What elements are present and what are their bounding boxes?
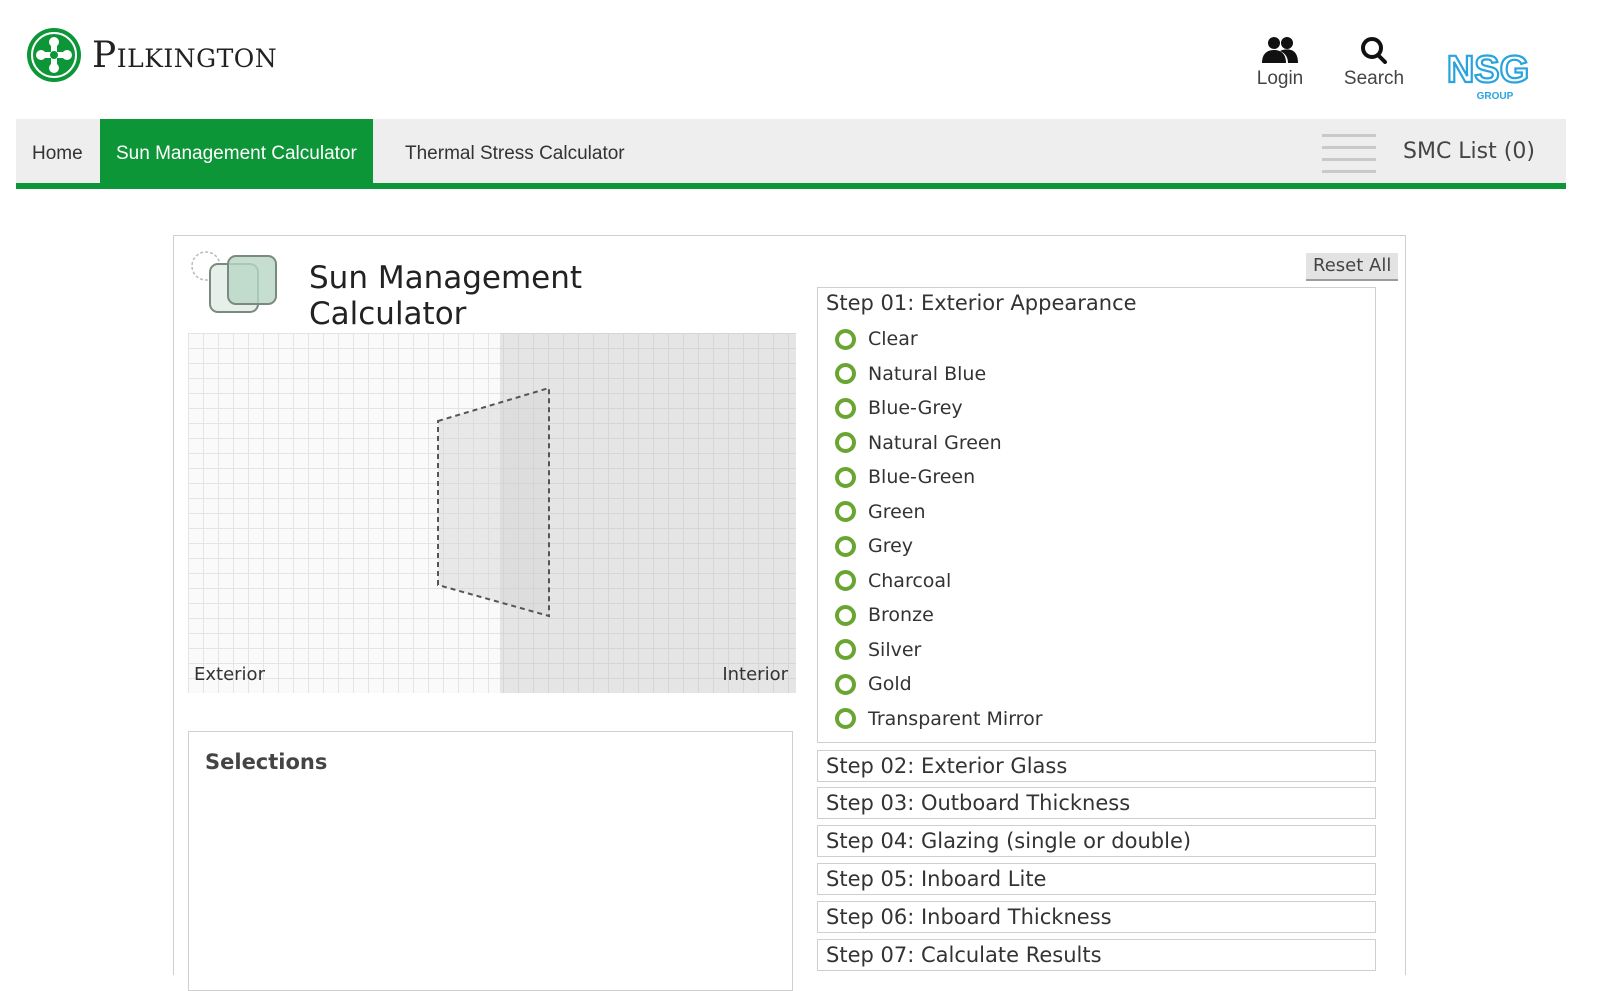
brand-name: Pilkington xyxy=(92,34,278,76)
radio-icon[interactable] xyxy=(835,397,856,419)
svg-text:GROUP: GROUP xyxy=(1477,91,1514,102)
smc-list-link[interactable]: SMC List (0) xyxy=(1403,119,1535,189)
step-05-header[interactable]: Step 05: Inboard Lite xyxy=(817,863,1376,895)
search-label: Search xyxy=(1343,68,1405,89)
radio-icon[interactable] xyxy=(835,466,856,488)
exterior-appearance-options: Clear Natural Blue Blue-Grey Natural Gre… xyxy=(818,322,1375,736)
option-natural-blue[interactable]: Natural Blue xyxy=(835,357,1375,392)
option-gold[interactable]: Gold xyxy=(835,667,1375,702)
calculator-panel: Sun Management Calculator Reset All Exte… xyxy=(173,235,1406,991)
svg-text:NSG: NSG xyxy=(1447,49,1529,91)
login-button[interactable]: Login xyxy=(1240,36,1320,90)
radio-icon[interactable] xyxy=(835,328,856,350)
option-charcoal[interactable]: Charcoal xyxy=(835,564,1375,599)
exterior-label: Exterior xyxy=(194,664,265,685)
selections-title: Selections xyxy=(205,750,328,774)
nav-item-thermal-stress-calculator[interactable]: Thermal Stress Calculator xyxy=(389,119,641,189)
radio-icon[interactable] xyxy=(835,639,856,661)
hamburger-icon[interactable] xyxy=(1322,134,1376,174)
calculator-title: Sun Management Calculator xyxy=(309,260,741,341)
step-03-header[interactable]: Step 03: Outboard Thickness xyxy=(817,787,1376,819)
glass-panes-icon xyxy=(191,251,277,313)
option-label: Silver xyxy=(868,638,922,661)
pilkington-emblem-icon xyxy=(27,28,81,82)
login-label: Login xyxy=(1256,68,1304,89)
option-blue-grey[interactable]: Blue-Grey xyxy=(835,391,1375,426)
option-label: Charcoal xyxy=(868,569,952,592)
glass-diagram: Exterior Interior xyxy=(188,333,796,693)
pilkington-logo[interactable]: Pilkington xyxy=(26,27,277,83)
option-label: Transparent Mirror xyxy=(868,707,1043,730)
step-06-header[interactable]: Step 06: Inboard Thickness xyxy=(817,901,1376,933)
option-blue-green[interactable]: Blue-Green xyxy=(835,460,1375,495)
option-label: Gold xyxy=(868,673,912,696)
option-label: Blue-Green xyxy=(868,466,976,489)
nsg-group-logo[interactable]: NSG GROUP xyxy=(1438,44,1538,104)
option-label: Green xyxy=(868,500,926,523)
option-green[interactable]: Green xyxy=(835,495,1375,530)
step-01-title[interactable]: Step 01: Exterior Appearance xyxy=(818,288,1375,322)
option-label: Bronze xyxy=(868,604,934,627)
option-clear[interactable]: Clear xyxy=(835,322,1375,357)
radio-icon[interactable] xyxy=(835,535,856,557)
radio-icon[interactable] xyxy=(835,570,856,592)
radio-icon[interactable] xyxy=(835,673,856,695)
option-transparent-mirror[interactable]: Transparent Mirror xyxy=(835,702,1375,737)
option-label: Clear xyxy=(868,328,918,351)
users-icon xyxy=(1262,37,1298,63)
site-header: Pilkington Login Search NSG GROUP xyxy=(0,0,1600,118)
option-silver[interactable]: Silver xyxy=(835,633,1375,668)
step-04-header[interactable]: Step 04: Glazing (single or double) xyxy=(817,825,1376,857)
main-nav: Home Sun Management Calculator Thermal S… xyxy=(16,119,1566,189)
radio-icon[interactable] xyxy=(835,708,856,730)
option-natural-green[interactable]: Natural Green xyxy=(835,426,1375,461)
search-button[interactable]: Search xyxy=(1334,36,1414,90)
option-label: Natural Green xyxy=(868,431,1002,454)
interior-label: Interior xyxy=(722,664,788,685)
option-label: Blue-Grey xyxy=(868,397,963,420)
step-01-panel: Step 01: Exterior Appearance Clear Natur… xyxy=(817,287,1376,743)
radio-icon[interactable] xyxy=(835,604,856,626)
search-icon xyxy=(1361,37,1387,64)
option-grey[interactable]: Grey xyxy=(835,529,1375,564)
reset-all-button[interactable]: Reset All xyxy=(1306,253,1399,281)
radio-icon[interactable] xyxy=(835,501,856,523)
step-02-header[interactable]: Step 02: Exterior Glass xyxy=(817,750,1376,782)
option-label: Grey xyxy=(868,535,914,558)
nav-item-home[interactable]: Home xyxy=(16,119,99,189)
glass-pane-outline xyxy=(437,386,550,618)
option-bronze[interactable]: Bronze xyxy=(835,598,1375,633)
step-07-header[interactable]: Step 07: Calculate Results xyxy=(817,939,1376,971)
nav-item-sun-management-calculator[interactable]: Sun Management Calculator xyxy=(100,119,373,189)
option-label: Natural Blue xyxy=(868,362,987,385)
selections-panel: Selections xyxy=(188,731,793,991)
radio-icon[interactable] xyxy=(835,432,856,454)
radio-icon[interactable] xyxy=(835,363,856,385)
